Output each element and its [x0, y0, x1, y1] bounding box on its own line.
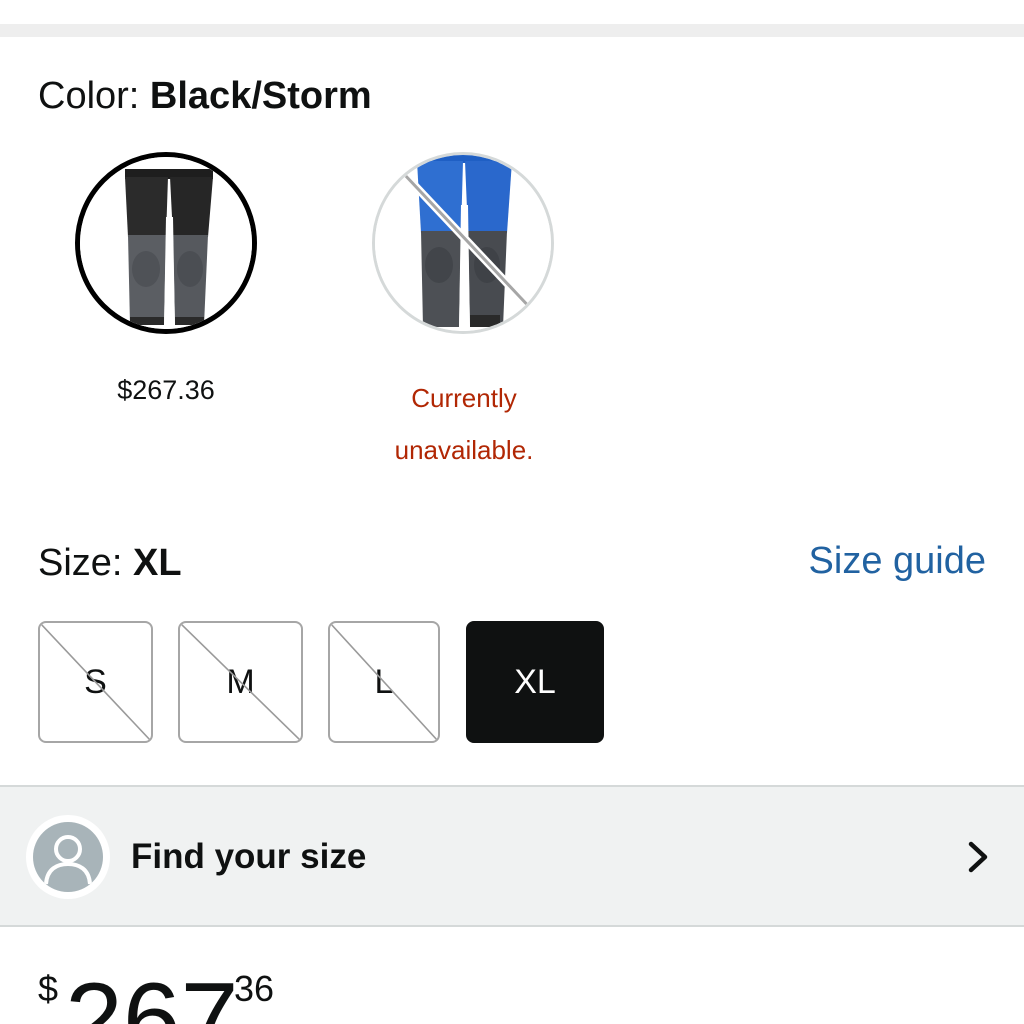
- size-option-xl[interactable]: XL: [466, 621, 604, 743]
- user-avatar-icon: [26, 815, 110, 899]
- size-option-label: XL: [514, 662, 556, 701]
- find-your-size-row[interactable]: Find your size: [0, 785, 1024, 927]
- selected-color: Black/Storm: [149, 75, 372, 117]
- color-swatch-black-storm[interactable]: [75, 152, 257, 334]
- pants-black-storm-image: [80, 157, 252, 329]
- chevron-right-icon: [968, 841, 988, 873]
- price-fraction: 36: [234, 968, 275, 1009]
- size-guide-link[interactable]: Size guide: [809, 538, 986, 584]
- color-label-prefix: Color:: [38, 75, 150, 117]
- color-label: Color: Black/Storm: [38, 73, 372, 119]
- unavailable-strike-icon: [180, 623, 301, 741]
- person-silhouette-icon: [44, 835, 92, 885]
- product-price: $ 267 36: [38, 955, 438, 1024]
- unavailable-strike-icon: [330, 623, 438, 741]
- size-label: Size: XL: [38, 540, 182, 586]
- swatch-unavailable-text: Currently unavailable.: [394, 383, 534, 465]
- size-option-s[interactable]: S: [38, 621, 153, 743]
- selected-size: XL: [133, 542, 182, 584]
- price-currency: $: [38, 968, 59, 1009]
- top-strip: [0, 0, 1024, 24]
- size-label-prefix: Size:: [38, 542, 134, 584]
- color-swatch-blue[interactable]: [372, 152, 554, 334]
- unavailable-strike-icon: [40, 623, 151, 741]
- section-divider: [0, 24, 1024, 37]
- size-option-l[interactable]: L: [328, 621, 440, 743]
- find-your-size-label: Find your size: [131, 837, 367, 876]
- pants-blue-image: [375, 155, 551, 331]
- price-whole: 267: [65, 962, 239, 1024]
- swatch-price: $267.36: [117, 375, 215, 405]
- size-option-m[interactable]: M: [178, 621, 303, 743]
